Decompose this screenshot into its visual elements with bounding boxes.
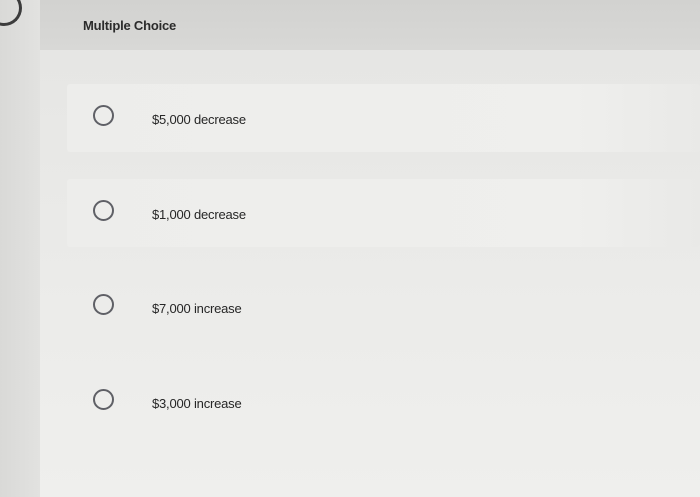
- answer-option-2[interactable]: $1,000 decrease: [67, 179, 700, 247]
- answer-option-label: $1,000 decrease: [152, 207, 246, 222]
- answer-option-4[interactable]: $3,000 increase: [67, 368, 700, 436]
- question-header: Multiple Choice: [40, 0, 700, 50]
- corner-arc-icon: [0, 0, 22, 26]
- answer-option-1[interactable]: $5,000 decrease: [67, 84, 700, 152]
- radio-button-icon[interactable]: [93, 294, 114, 315]
- radio-button-icon[interactable]: [93, 105, 114, 126]
- radio-button-icon[interactable]: [93, 200, 114, 221]
- left-margin: [0, 0, 40, 497]
- radio-button-icon[interactable]: [93, 389, 114, 410]
- answer-option-3[interactable]: $7,000 increase: [67, 273, 700, 341]
- answer-option-label: $3,000 increase: [152, 396, 242, 411]
- answer-option-label: $5,000 decrease: [152, 112, 246, 127]
- answer-option-label: $7,000 increase: [152, 301, 242, 316]
- question-type-label: Multiple Choice: [83, 18, 177, 33]
